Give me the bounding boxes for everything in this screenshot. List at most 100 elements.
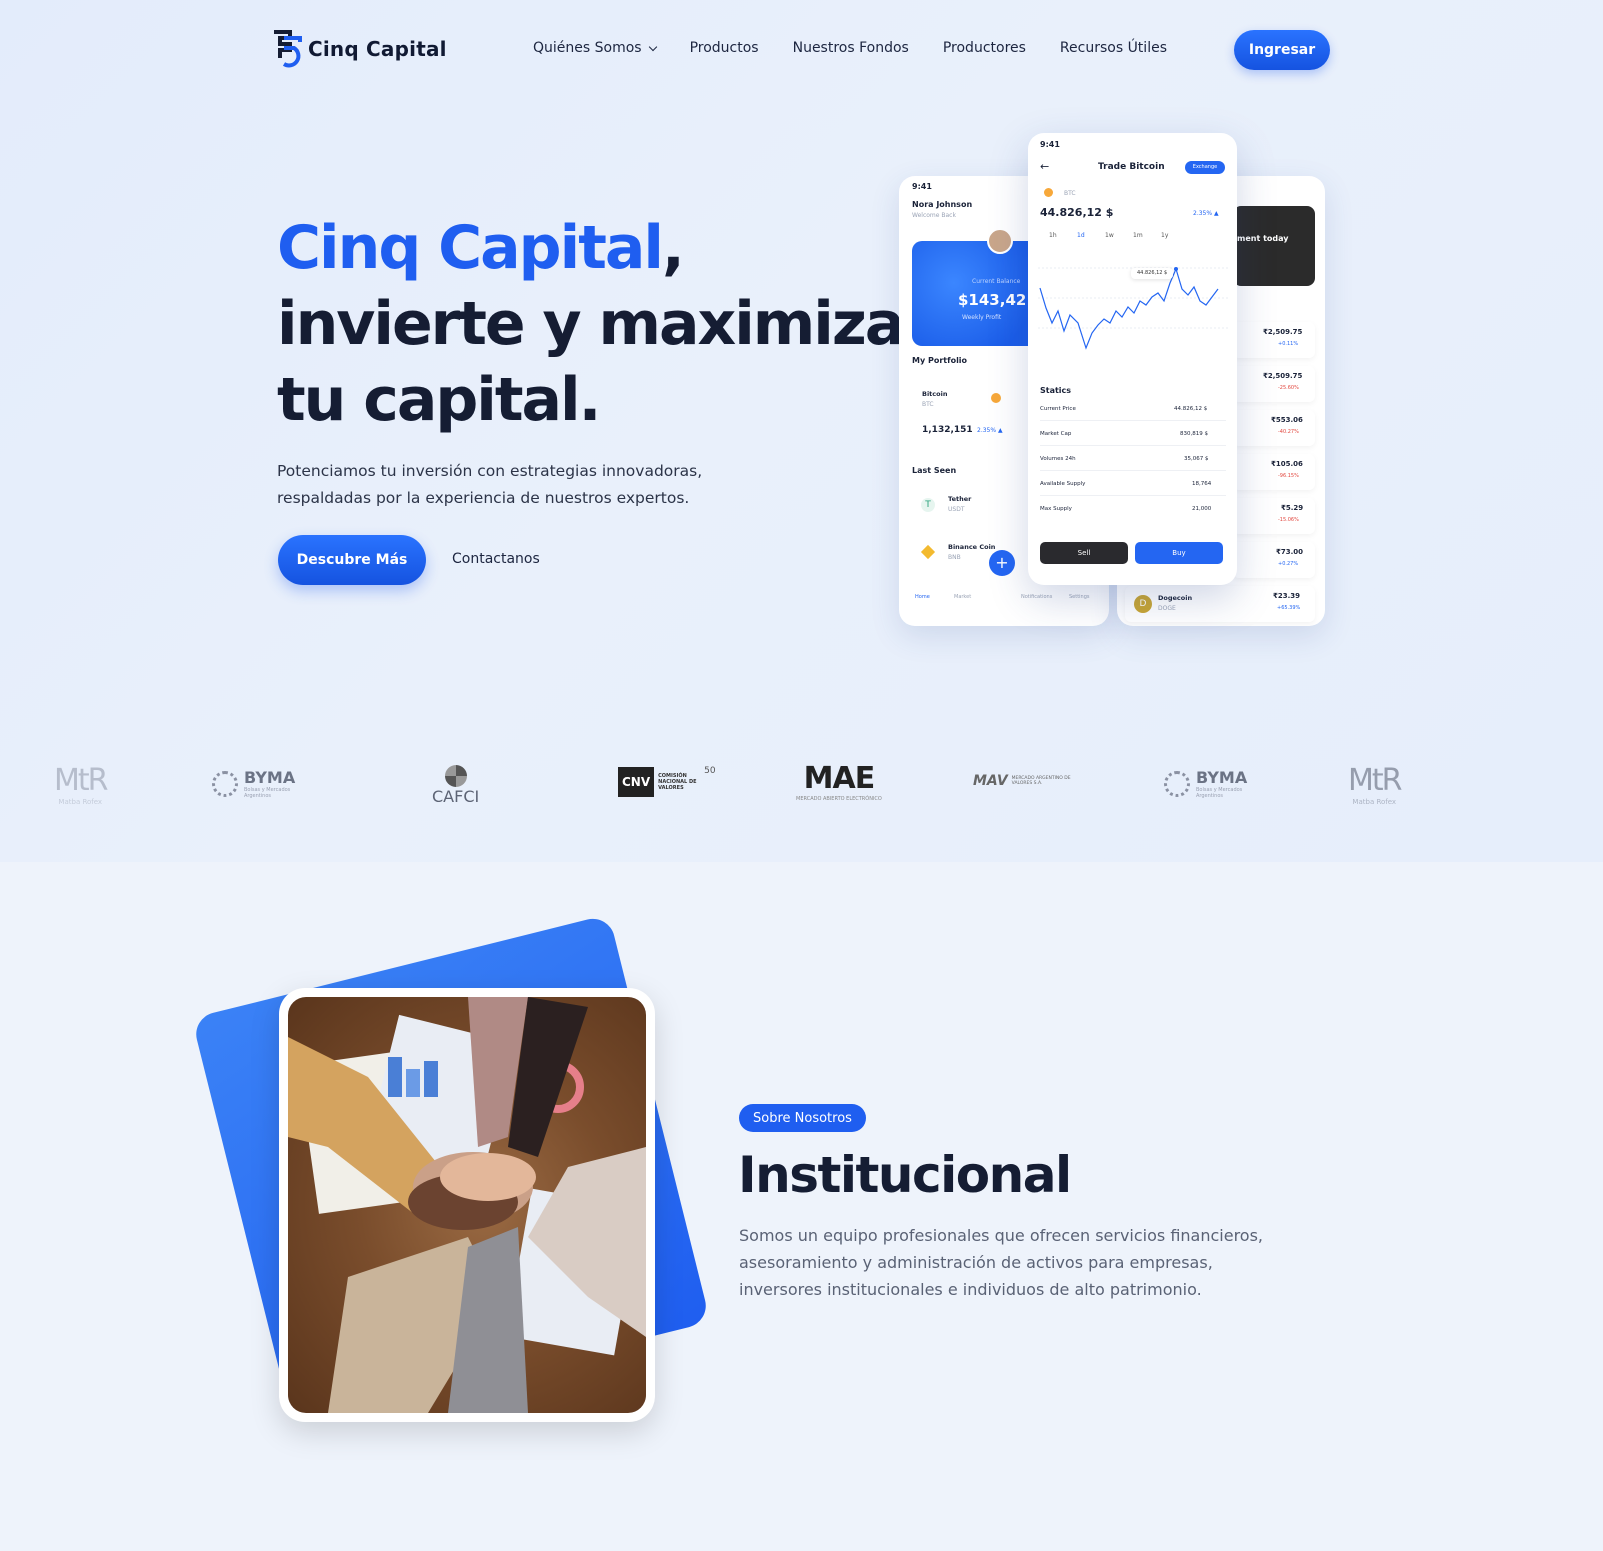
tab-notifications[interactable]: Notifications (1021, 594, 1052, 600)
price-row: ₹553.06 -40.27% (1233, 410, 1315, 446)
price-change: +0.27% (1278, 561, 1299, 567)
price-value: ₹105.06 (1271, 460, 1303, 468)
main-nav: Quiénes Somos Productos Nuestros Fondos … (533, 40, 1201, 56)
tether-icon: T (921, 498, 935, 512)
range-1h[interactable]: 1h (1049, 232, 1057, 239)
back-arrow-icon[interactable]: ← (1040, 160, 1049, 173)
tether-ticker: USDT (948, 506, 965, 513)
partner-sub: Matba Rofex (1352, 798, 1397, 806)
portfolio-heading: My Portfolio (912, 356, 968, 365)
discover-more-button[interactable]: Descubre Más (278, 535, 426, 585)
partner-name: MtR (1348, 763, 1402, 798)
range-1m[interactable]: 1m (1133, 232, 1143, 239)
stat-value: 21,000 (1192, 506, 1212, 512)
phone-time: 9:41 (912, 182, 932, 191)
price-row: ₹73.00 +0.27% (1233, 542, 1315, 578)
price-row-dogecoin: D Dogecoin DOGE ₹23.39 +65.39% (1125, 586, 1315, 622)
partner-logos: MtR Matba Rofex BYMA Bolsas y Mercados A… (0, 745, 1603, 825)
logo[interactable]: Cinq Capital (270, 28, 447, 70)
range-1d[interactable]: 1d (1077, 232, 1085, 239)
price-change: +65.39% (1277, 605, 1301, 611)
partner-name: CAFCI (432, 787, 480, 806)
tab-settings[interactable]: Settings (1069, 594, 1090, 600)
promo-text: ment today (1237, 234, 1289, 243)
nav-recursos-utiles[interactable]: Recursos Útiles (1060, 40, 1167, 56)
partner-cnv: CNV COMISIÓN NACIONAL DE VALORES 50 (618, 766, 716, 797)
bitcoin-label: Bitcoin (922, 390, 948, 398)
team-photo-frame (279, 988, 655, 1422)
price-value: ₹553.06 (1271, 416, 1303, 424)
dogecoin-icon: D (1134, 595, 1152, 613)
hero-section: Cinq Capital Quiénes Somos Productos Nue… (0, 0, 1603, 862)
nav-nuestros-fondos[interactable]: Nuestros Fondos (793, 40, 909, 56)
nav-productos[interactable]: Productos (690, 40, 759, 56)
byma-icon (212, 770, 238, 797)
phone-mockup-trade: 9:41 ← Trade Bitcoin Exchange BTC 44.826… (1028, 133, 1237, 585)
partner-matba-rofex: MtR Matba Rofex (54, 763, 108, 806)
trade-title: Trade Bitcoin (1098, 162, 1165, 172)
tether-label: Tether (948, 495, 972, 503)
price-change: -96.15% (1278, 473, 1299, 479)
btc-change: 2.35% ▲ (1193, 210, 1219, 217)
partner-sub: MERCADO ARGENTINO DE VALORES S.A. (1011, 776, 1071, 786)
balance-label: Current Balance (972, 278, 1021, 285)
range-1w[interactable]: 1w (1105, 232, 1114, 239)
user-name: Nora Johnson (912, 200, 973, 209)
price-value: ₹2,509.75 (1263, 372, 1303, 380)
price-change: -40.27% (1278, 429, 1299, 435)
bitcoin-icon (1044, 188, 1053, 197)
login-button[interactable]: Ingresar (1234, 30, 1330, 70)
partner-matba-rofex: MtR Matba Rofex (1348, 763, 1402, 806)
binance-icon (920, 544, 936, 560)
tab-market[interactable]: Market (954, 594, 971, 600)
team-hands-photo (288, 997, 646, 1413)
price-value: ₹2,509.75 (1263, 328, 1303, 336)
logo-mark-icon (270, 28, 304, 70)
divider (1040, 470, 1226, 471)
exchange-pill[interactable]: Exchange (1185, 161, 1225, 174)
hero-title-line3: tu capital. (277, 365, 601, 435)
bitcoin-change: 2.35% ▲ (977, 427, 1003, 434)
partner-mae: MAE MERCADO ABIERTO ELECTRÓNICO (796, 761, 882, 802)
buy-button[interactable]: Buy (1135, 542, 1223, 564)
contact-link[interactable]: Contactanos (452, 551, 540, 567)
stat-label: Available Supply (1040, 481, 1086, 487)
partner-name: MAE (803, 761, 876, 796)
add-icon[interactable]: + (989, 550, 1015, 576)
phone-time: 9:41 (1040, 140, 1060, 149)
stat-label: Max Supply (1040, 506, 1072, 512)
cnv-anniversary-badge: 50 (704, 766, 716, 776)
nav-quienes-somos[interactable]: Quiénes Somos (533, 40, 657, 56)
price-value: ₹73.00 (1276, 548, 1304, 556)
divider (1040, 495, 1226, 496)
partner-name: BYMA (1196, 768, 1248, 787)
nav-productores[interactable]: Productores (943, 40, 1026, 56)
bitcoin-ticker: BTC (922, 401, 934, 408)
partner-name: BYMA (244, 768, 296, 787)
partner-mav: MAV MERCADO ARGENTINO DE VALORES S.A. (973, 773, 1076, 789)
price-change: -15.06% (1278, 517, 1299, 523)
price-value: ₹5.29 (1281, 504, 1304, 512)
tab-home[interactable]: Home (915, 594, 930, 600)
last-seen-heading: Last Seen (912, 466, 957, 475)
btc-price: 44.826,12 $ (1040, 206, 1114, 219)
byma-icon (1164, 770, 1190, 797)
hero-title: Cinq Capital, invierte y maximiza tu cap… (277, 210, 905, 438)
dogecoin-ticker: DOGE (1158, 605, 1176, 612)
partner-name: CNV (618, 767, 655, 797)
partner-sub: COMISIÓN NACIONAL DE VALORES (658, 773, 697, 791)
btc-ticker: BTC (1064, 190, 1076, 197)
hero-subtitle: Potenciamos tu inversión con estrategias… (277, 462, 703, 507)
sell-button[interactable]: Sell (1040, 542, 1128, 564)
range-1y[interactable]: 1y (1161, 232, 1168, 239)
promo-card: ment today (1233, 206, 1315, 286)
bitcoin-icon (991, 393, 1001, 403)
stat-label: Current Price (1040, 406, 1076, 412)
price-row: ₹105.06 -96.15% (1233, 454, 1315, 490)
nav-quienes-somos-label: Quiénes Somos (533, 40, 642, 56)
stat-value: 18,764 (1192, 481, 1212, 487)
price-row: ₹2,509.75 -25.60% (1233, 366, 1315, 402)
welcome-text: Welcome Back (912, 212, 956, 219)
cafci-icon (444, 765, 467, 787)
partner-cafci: CAFCI (432, 765, 479, 806)
